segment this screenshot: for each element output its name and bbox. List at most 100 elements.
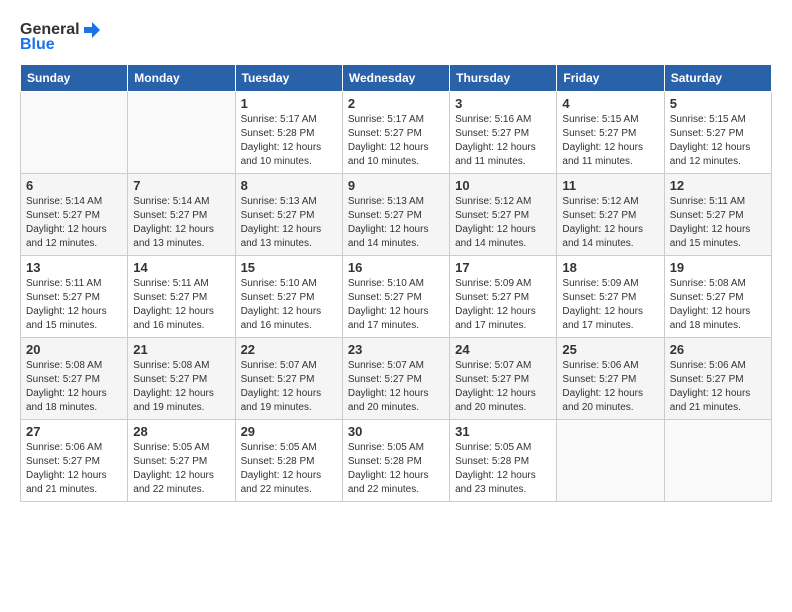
day-info: Sunrise: 5:17 AM Sunset: 5:27 PM Dayligh… xyxy=(348,113,444,169)
weekday-header-saturday: Saturday xyxy=(664,65,771,92)
calendar-cell: 21 Sunrise: 5:08 AM Sunset: 5:27 PM Dayli… xyxy=(128,338,235,420)
calendar-table: SundayMondayTuesdayWednesdayThursdayFrid… xyxy=(20,64,772,502)
weekday-header-tuesday: Tuesday xyxy=(235,65,342,92)
calendar-cell xyxy=(21,92,128,174)
day-number: 17 xyxy=(455,260,551,275)
day-info: Sunrise: 5:12 AM Sunset: 5:27 PM Dayligh… xyxy=(562,195,658,251)
day-info: Sunrise: 5:15 AM Sunset: 5:27 PM Dayligh… xyxy=(562,113,658,169)
weekday-header-monday: Monday xyxy=(128,65,235,92)
calendar-cell: 17Sunrise: 5:09 AM Sunset: 5:27 PM Dayli… xyxy=(450,256,557,338)
logo-arrow-icon xyxy=(82,20,102,40)
day-number: 16 xyxy=(348,260,444,275)
day-number: 22 xyxy=(241,342,337,357)
calendar-cell: 4Sunrise: 5:15 AM Sunset: 5:27 PM Daylig… xyxy=(557,92,664,174)
day-number: 9 xyxy=(348,178,444,193)
day-number: 3 xyxy=(455,96,551,111)
calendar-cell: 11 Sunrise: 5:12 AM Sunset: 5:27 PM Dayli… xyxy=(557,174,664,256)
day-number: 30 xyxy=(348,424,444,439)
calendar-cell: 10 Sunrise: 5:12 AM Sunset: 5:27 PM Dayli… xyxy=(450,174,557,256)
calendar-cell: 7 Sunrise: 5:14 AM Sunset: 5:27 PM Daylig… xyxy=(128,174,235,256)
calendar-week-row: 6 Sunrise: 5:14 AM Sunset: 5:27 PM Daylig… xyxy=(21,174,772,256)
day-info: Sunrise: 5:10 AM Sunset: 5:27 PM Dayligh… xyxy=(348,277,444,333)
calendar-cell: 28 Sunrise: 5:05 AM Sunset: 5:27 PM Dayli… xyxy=(128,420,235,502)
calendar-cell: 26 Sunrise: 5:06 AM Sunset: 5:27 PM Dayli… xyxy=(664,338,771,420)
day-number: 27 xyxy=(26,424,122,439)
calendar-cell: 16 Sunrise: 5:10 AM Sunset: 5:27 PM Dayli… xyxy=(342,256,449,338)
calendar-cell: 30 Sunrise: 5:05 AM Sunset: 5:28 PM Dayli… xyxy=(342,420,449,502)
day-info: Sunrise: 5:11 AM Sunset: 5:27 PM Dayligh… xyxy=(26,277,122,333)
weekday-header-row: SundayMondayTuesdayWednesdayThursdayFrid… xyxy=(21,65,772,92)
calendar-cell: 18Sunrise: 5:09 AM Sunset: 5:27 PM Dayli… xyxy=(557,256,664,338)
day-number: 11 xyxy=(562,178,658,193)
day-info: Sunrise: 5:09 AM Sunset: 5:27 PM Dayligh… xyxy=(562,277,658,333)
calendar-cell: 22 Sunrise: 5:07 AM Sunset: 5:27 PM Dayli… xyxy=(235,338,342,420)
calendar-week-row: 13 Sunrise: 5:11 AM Sunset: 5:27 PM Dayli… xyxy=(21,256,772,338)
day-number: 14 xyxy=(133,260,229,275)
page-header: General Blue xyxy=(20,20,772,54)
day-number: 26 xyxy=(670,342,766,357)
day-info: Sunrise: 5:17 AM Sunset: 5:28 PM Dayligh… xyxy=(241,113,337,169)
day-number: 2 xyxy=(348,96,444,111)
calendar-cell: 1 Sunrise: 5:17 AM Sunset: 5:28 PM Daylig… xyxy=(235,92,342,174)
calendar-cell: 14 Sunrise: 5:11 AM Sunset: 5:27 PM Dayli… xyxy=(128,256,235,338)
day-info: Sunrise: 5:05 AM Sunset: 5:28 PM Dayligh… xyxy=(241,441,337,497)
calendar-cell: 3 Sunrise: 5:16 AM Sunset: 5:27 PM Daylig… xyxy=(450,92,557,174)
day-number: 23 xyxy=(348,342,444,357)
day-info: Sunrise: 5:07 AM Sunset: 5:27 PM Dayligh… xyxy=(348,359,444,415)
day-number: 24 xyxy=(455,342,551,357)
day-info: Sunrise: 5:10 AM Sunset: 5:27 PM Dayligh… xyxy=(241,277,337,333)
day-info: Sunrise: 5:16 AM Sunset: 5:27 PM Dayligh… xyxy=(455,113,551,169)
day-number: 15 xyxy=(241,260,337,275)
day-info: Sunrise: 5:07 AM Sunset: 5:27 PM Dayligh… xyxy=(241,359,337,415)
day-info: Sunrise: 5:05 AM Sunset: 5:28 PM Dayligh… xyxy=(348,441,444,497)
calendar-week-row: 20 Sunrise: 5:08 AM Sunset: 5:27 PM Dayli… xyxy=(21,338,772,420)
day-number: 20 xyxy=(26,342,122,357)
day-number: 5 xyxy=(670,96,766,111)
day-info: Sunrise: 5:13 AM Sunset: 5:27 PM Dayligh… xyxy=(241,195,337,251)
calendar-cell: 24Sunrise: 5:07 AM Sunset: 5:27 PM Dayli… xyxy=(450,338,557,420)
day-info: Sunrise: 5:13 AM Sunset: 5:27 PM Dayligh… xyxy=(348,195,444,251)
day-number: 1 xyxy=(241,96,337,111)
day-info: Sunrise: 5:05 AM Sunset: 5:27 PM Dayligh… xyxy=(133,441,229,497)
day-number: 13 xyxy=(26,260,122,275)
day-info: Sunrise: 5:05 AM Sunset: 5:28 PM Dayligh… xyxy=(455,441,551,497)
calendar-cell: 8Sunrise: 5:13 AM Sunset: 5:27 PM Daylig… xyxy=(235,174,342,256)
day-info: Sunrise: 5:11 AM Sunset: 5:27 PM Dayligh… xyxy=(133,277,229,333)
day-info: Sunrise: 5:06 AM Sunset: 5:27 PM Dayligh… xyxy=(670,359,766,415)
day-info: Sunrise: 5:08 AM Sunset: 5:27 PM Dayligh… xyxy=(133,359,229,415)
logo: General Blue xyxy=(20,20,102,54)
day-number: 25 xyxy=(562,342,658,357)
calendar-cell: 2 Sunrise: 5:17 AM Sunset: 5:27 PM Daylig… xyxy=(342,92,449,174)
day-number: 31 xyxy=(455,424,551,439)
calendar-cell: 29 Sunrise: 5:05 AM Sunset: 5:28 PM Dayli… xyxy=(235,420,342,502)
calendar-cell: 19Sunrise: 5:08 AM Sunset: 5:27 PM Dayli… xyxy=(664,256,771,338)
weekday-header-friday: Friday xyxy=(557,65,664,92)
calendar-cell: 5 Sunrise: 5:15 AM Sunset: 5:27 PM Daylig… xyxy=(664,92,771,174)
day-number: 28 xyxy=(133,424,229,439)
day-info: Sunrise: 5:14 AM Sunset: 5:27 PM Dayligh… xyxy=(133,195,229,251)
day-number: 6 xyxy=(26,178,122,193)
calendar-cell: 23 Sunrise: 5:07 AM Sunset: 5:27 PM Dayli… xyxy=(342,338,449,420)
day-info: Sunrise: 5:15 AM Sunset: 5:27 PM Dayligh… xyxy=(670,113,766,169)
day-number: 29 xyxy=(241,424,337,439)
day-number: 21 xyxy=(133,342,229,357)
calendar-cell: 31 Sunrise: 5:05 AM Sunset: 5:28 PM Dayli… xyxy=(450,420,557,502)
day-info: Sunrise: 5:12 AM Sunset: 5:27 PM Dayligh… xyxy=(455,195,551,251)
day-info: Sunrise: 5:08 AM Sunset: 5:27 PM Dayligh… xyxy=(26,359,122,415)
day-info: Sunrise: 5:08 AM Sunset: 5:27 PM Dayligh… xyxy=(670,277,766,333)
weekday-header-thursday: Thursday xyxy=(450,65,557,92)
logo-blue: Blue xyxy=(20,36,55,54)
weekday-header-sunday: Sunday xyxy=(21,65,128,92)
calendar-week-row: 1 Sunrise: 5:17 AM Sunset: 5:28 PM Daylig… xyxy=(21,92,772,174)
calendar-cell: 20 Sunrise: 5:08 AM Sunset: 5:27 PM Dayli… xyxy=(21,338,128,420)
day-number: 12 xyxy=(670,178,766,193)
calendar-week-row: 27Sunrise: 5:06 AM Sunset: 5:27 PM Dayli… xyxy=(21,420,772,502)
calendar-cell: 12Sunrise: 5:11 AM Sunset: 5:27 PM Dayli… xyxy=(664,174,771,256)
day-number: 10 xyxy=(455,178,551,193)
day-info: Sunrise: 5:14 AM Sunset: 5:27 PM Dayligh… xyxy=(26,195,122,251)
calendar-cell: 27Sunrise: 5:06 AM Sunset: 5:27 PM Dayli… xyxy=(21,420,128,502)
calendar-cell: 9 Sunrise: 5:13 AM Sunset: 5:27 PM Daylig… xyxy=(342,174,449,256)
calendar-cell: 15 Sunrise: 5:10 AM Sunset: 5:27 PM Dayli… xyxy=(235,256,342,338)
day-number: 7 xyxy=(133,178,229,193)
calendar-cell xyxy=(128,92,235,174)
